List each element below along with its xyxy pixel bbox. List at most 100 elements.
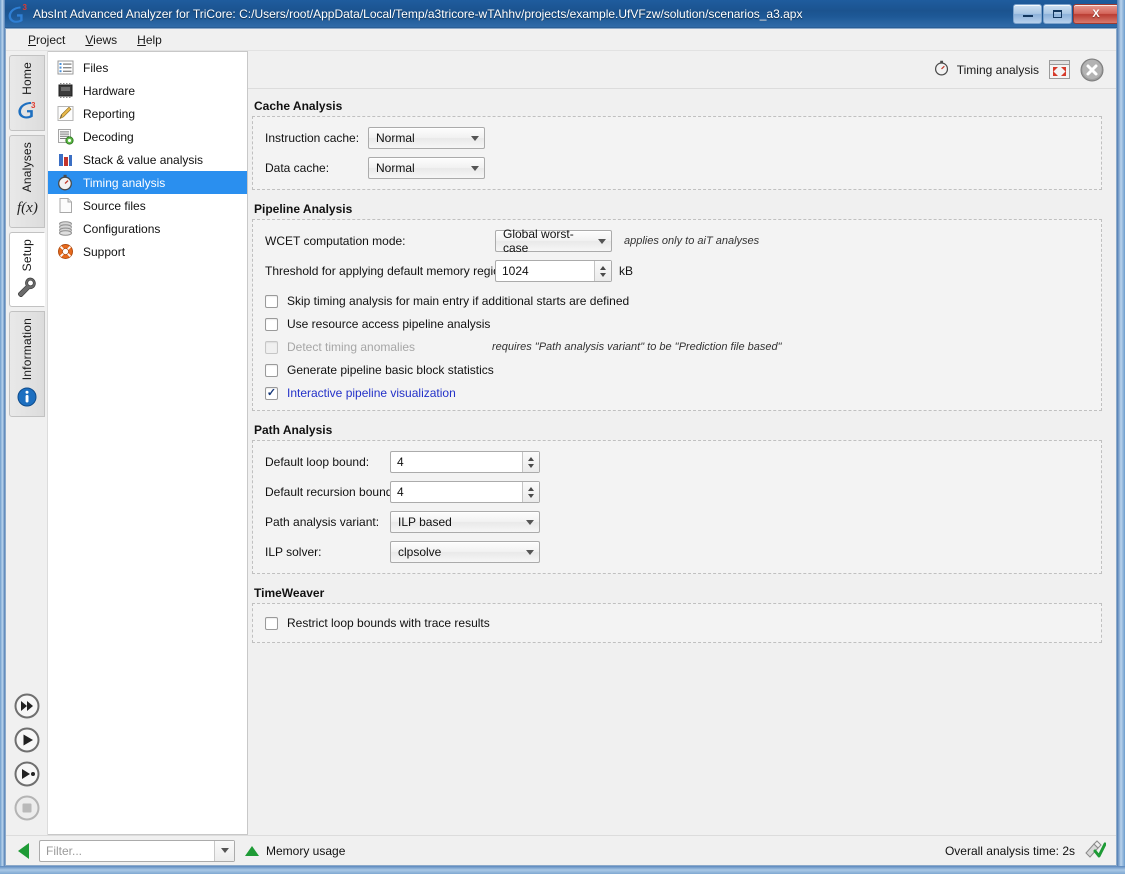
play-icon[interactable] [14, 727, 40, 753]
default-loop-bound-label: Default loop bound: [265, 455, 370, 469]
row-wcet-mode: WCET computation mode: Global worst-case… [265, 227, 1089, 255]
spinner-down-icon[interactable] [600, 272, 606, 277]
detect-timing-anomalies-checkbox: Detect timing anomalies requires "Path a… [265, 340, 1089, 354]
application-window: 3 AbsInt Advanced Analyzer for TriCore: … [0, 0, 1125, 874]
ilp-solver-select[interactable]: clpsolve [390, 541, 540, 563]
tree-item-source-files[interactable]: Source files [48, 194, 247, 217]
threshold-spinner-buttons[interactable] [594, 261, 611, 281]
checkbox-box[interactable] [265, 363, 278, 377]
ilp-solver-label: ILP solver: [265, 545, 322, 559]
menu-help[interactable]: Help [127, 31, 172, 49]
recursion-bound-spinner-buttons[interactable] [522, 482, 539, 502]
content-header: Timing analysis [248, 51, 1116, 89]
section-cache-analysis: Cache Analysis Instruction cache: Normal [252, 99, 1102, 190]
vtab-information-label: Information [19, 318, 34, 381]
checkbox-box[interactable]: ✓ [265, 386, 278, 400]
a3-logo-icon: 3 [16, 100, 38, 122]
memory-usage-label: Memory usage [266, 843, 346, 858]
memory-usage-button[interactable]: Memory usage [245, 844, 345, 858]
app-logo-icon: 3 [8, 2, 27, 23]
vtab-home[interactable]: 3 Home [8, 55, 45, 131]
filter-input-box[interactable] [39, 839, 235, 862]
checkbox-box[interactable] [265, 294, 278, 308]
back-arrow-icon[interactable] [18, 842, 29, 859]
loop-bound-spinner-buttons[interactable] [522, 452, 539, 472]
minimize-button[interactable] [1013, 3, 1042, 24]
skip-timing-analysis-checkbox[interactable]: Skip timing analysis for main entry if a… [265, 294, 1089, 308]
content-panel: Timing analysis Cache Analysis Instructi… [248, 51, 1116, 835]
close-button[interactable]: X [1073, 3, 1119, 24]
tree-item-hardware[interactable]: Hardware [48, 79, 247, 102]
section-timeweaver: TimeWeaver Restrict loop bounds with tra… [252, 586, 1102, 643]
analysis-time-label: Overall analysis time: 2s [944, 843, 1075, 858]
content-header-title: Timing analysis [934, 60, 1039, 79]
section-path-analysis: Path Analysis Default loop bound: 4 Defa… [252, 423, 1102, 574]
window-controls: X [1013, 3, 1119, 24]
tree-item-support[interactable]: Support [48, 240, 247, 263]
navigation-tree: Files Hardware Reporting Decoding Stack … [48, 51, 248, 835]
default-recursion-bound-spinner[interactable]: 4 [390, 481, 540, 503]
tree-item-timing-analysis-label: Timing analysis [83, 175, 166, 190]
menu-views[interactable]: Views [75, 31, 127, 49]
tree-item-configurations-label: Configurations [83, 221, 161, 236]
detect-timing-anomalies-label: Detect timing anomalies [287, 340, 416, 354]
files-icon [57, 59, 74, 76]
tree-item-reporting[interactable]: Reporting [48, 102, 247, 125]
body-split: 3 Home f(x) Analyses Setup Information F… [6, 51, 1116, 835]
title-bar: 3 AbsInt Advanced Analyzer for TriCore: … [0, 0, 1125, 28]
play-to-icon[interactable] [14, 761, 40, 787]
interactive-pipeline-visualization-checkbox[interactable]: ✓ Interactive pipeline visualization [265, 386, 1089, 400]
threshold-memory-regions-spinner[interactable]: 1024 [495, 260, 612, 282]
fast-forward-icon[interactable] [14, 693, 40, 719]
triangle-up-icon [245, 845, 259, 856]
spinner-up-icon[interactable] [528, 456, 534, 461]
vtab-information[interactable]: Information [8, 311, 45, 417]
client-area: Project Views Help 3 Home f(x) Analyses … [5, 28, 1117, 866]
app-logo-superscript: 3 [22, 2, 27, 12]
instruction-cache-label: Instruction cache: [265, 131, 360, 145]
tree-item-configurations[interactable]: Configurations [48, 217, 247, 240]
spinner-up-icon[interactable] [600, 265, 606, 270]
menu-project[interactable]: Project [18, 31, 75, 49]
tree-item-stack-value-analysis[interactable]: Stack & value analysis [48, 148, 247, 171]
row-threshold: Threshold for applying default memory re… [265, 260, 1089, 282]
use-resource-access-checkbox[interactable]: Use resource access pipeline analysis [265, 317, 1089, 331]
stopwatch-icon [57, 174, 74, 191]
row-path-analysis-variant: Path analysis variant: ILP based [265, 511, 1089, 533]
tree-item-timing-analysis[interactable]: Timing analysis [48, 171, 247, 194]
filter-dropdown-button[interactable] [214, 840, 234, 861]
wrench-icon [16, 276, 38, 298]
checkbox-box[interactable] [265, 616, 278, 630]
row-default-loop-bound: Default loop bound: 4 [265, 451, 1089, 473]
document-icon [57, 197, 74, 214]
content-header-title-label: Timing analysis [956, 62, 1039, 77]
generate-pipeline-statistics-checkbox[interactable]: Generate pipeline basic block statistics [265, 363, 1089, 377]
chevron-down-icon [471, 135, 479, 141]
tree-item-stack-value-analysis-label: Stack & value analysis [83, 152, 204, 167]
window-title: AbsInt Advanced Analyzer for TriCore: C:… [33, 6, 803, 21]
vtab-setup[interactable]: Setup [8, 232, 45, 308]
use-resource-access-label: Use resource access pipeline analysis [287, 317, 491, 331]
window-border-right [1117, 0, 1125, 874]
spinner-down-icon[interactable] [528, 493, 534, 498]
tree-item-decoding[interactable]: Decoding [48, 125, 247, 148]
spinner-up-icon[interactable] [528, 486, 534, 491]
close-circle-icon[interactable] [1080, 58, 1104, 82]
path-analysis-variant-select[interactable]: ILP based [390, 511, 540, 533]
default-loop-bound-spinner[interactable]: 4 [390, 451, 540, 473]
wcet-computation-mode-select[interactable]: Global worst-case [495, 227, 612, 255]
info-icon [16, 386, 38, 408]
data-cache-select[interactable]: Normal [368, 157, 485, 179]
chevron-down-icon [526, 519, 534, 525]
checkbox-box[interactable] [265, 317, 278, 331]
path-analysis-variant-label: Path analysis variant: [265, 515, 380, 529]
maximize-button[interactable] [1043, 3, 1072, 24]
instruction-cache-select[interactable]: Normal [368, 127, 485, 149]
section-timeweaver-title: TimeWeaver [254, 586, 325, 600]
tree-item-files[interactable]: Files [48, 56, 247, 79]
restrict-loop-bounds-checkbox[interactable]: Restrict loop bounds with trace results [265, 616, 1089, 630]
filter-input[interactable] [40, 843, 214, 858]
spinner-down-icon[interactable] [528, 463, 534, 468]
vtab-analyses[interactable]: f(x) Analyses [8, 134, 45, 229]
expand-window-icon[interactable] [1049, 60, 1070, 79]
